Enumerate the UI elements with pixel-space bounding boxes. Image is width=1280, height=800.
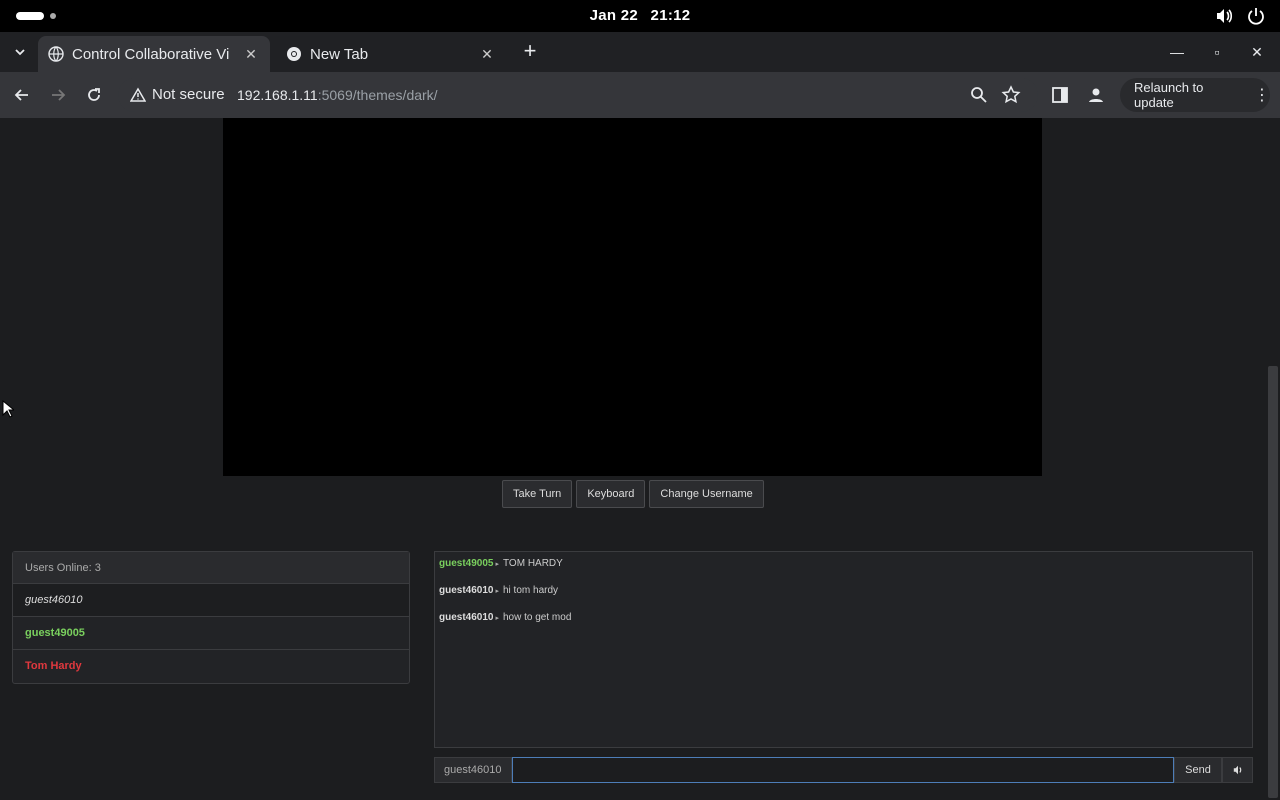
chat-message: guest49005 ▸ TOM HARDY	[439, 558, 1248, 585]
close-tab-icon[interactable]: ✕	[242, 46, 260, 63]
arrow-left-icon	[14, 89, 28, 101]
reload-button[interactable]	[82, 83, 106, 107]
clock-date: Jan 22	[589, 7, 639, 24]
tab-control-collaborative[interactable]: Control Collaborative Vi ✕	[38, 36, 270, 72]
security-indicator[interactable]: Not secure	[130, 86, 225, 103]
chat-username: guest49005	[439, 558, 494, 569]
kebab-menu-icon[interactable]: ⋮	[1254, 85, 1270, 105]
star-icon[interactable]	[1001, 85, 1021, 105]
chat-text: TOM HARDY	[503, 558, 563, 569]
url-host: 192.168.1.11	[237, 87, 318, 103]
chat-input[interactable]	[512, 757, 1174, 783]
browser-tab-strip: Control Collaborative Vi ✕ New Tab ✕ + —…	[0, 32, 1280, 72]
keyboard-button[interactable]: Keyboard	[576, 480, 646, 508]
volume-icon	[1233, 765, 1241, 775]
profile-icon[interactable]	[1086, 85, 1106, 105]
minimize-icon[interactable]: —	[1165, 40, 1189, 64]
page-scrollbar[interactable]	[1266, 118, 1280, 800]
chat-arrow-icon: ▸	[495, 588, 499, 595]
clock-time: 21:12	[650, 7, 691, 24]
globe-icon	[48, 46, 64, 62]
address-bar[interactable]: Not secure 192.168.1.11:5069/themes/dark…	[118, 78, 1038, 112]
url-text: 192.168.1.11:5069/themes/dark/	[237, 87, 438, 103]
url-path: :5069/themes/dark/	[317, 87, 438, 103]
close-window-icon[interactable]: ✕	[1245, 40, 1269, 64]
mouse-cursor-icon	[2, 400, 14, 418]
close-tab-icon[interactable]: ✕	[478, 46, 496, 63]
tab-new-tab[interactable]: New Tab ✕	[276, 36, 506, 72]
chat-username: guest46010	[439, 585, 494, 596]
chrome-icon	[287, 47, 301, 61]
new-tab-button[interactable]: +	[518, 40, 542, 64]
vm-display[interactable]	[223, 118, 1042, 476]
system-clock[interactable]: Jan 22 21:12	[0, 7, 1280, 24]
tab-title: New Tab	[310, 45, 369, 63]
volume-button[interactable]	[1222, 757, 1253, 783]
back-button[interactable]	[10, 83, 34, 107]
chat-message: guest46010 ▸ how to get mod	[439, 612, 1248, 639]
tab-title: Control Collaborative Vi	[72, 45, 230, 63]
chat-arrow-icon: ▸	[495, 561, 499, 568]
power-icon[interactable]	[1246, 6, 1266, 26]
chat-arrow-icon: ▸	[495, 615, 499, 622]
user-item[interactable]: guest49005	[13, 617, 409, 650]
chat-log: guest49005 ▸ TOM HARDY guest46010 ▸ hi t…	[434, 551, 1253, 748]
chevron-down-icon	[15, 49, 25, 56]
volume-icon[interactable]	[1214, 6, 1234, 26]
system-tray[interactable]	[1214, 6, 1266, 26]
users-online-header: Users Online: 3	[13, 552, 409, 584]
security-label: Not secure	[152, 86, 225, 103]
chat-input-bar: guest46010 Send	[434, 757, 1253, 783]
chat-username: guest46010	[439, 612, 494, 623]
chat-text: hi tom hardy	[503, 585, 559, 596]
system-top-bar: Jan 22 21:12	[0, 0, 1280, 32]
chat-text: how to get mod	[503, 612, 572, 623]
relaunch-label: Relaunch to update	[1134, 80, 1204, 110]
maximize-icon[interactable]: ▫	[1205, 40, 1229, 64]
browser-toolbar: Not secure 192.168.1.11:5069/themes/dark…	[0, 72, 1280, 118]
chat-username-label: guest46010	[434, 757, 512, 783]
warning-icon	[130, 87, 146, 102]
user-item-self[interactable]: guest46010	[13, 584, 409, 617]
reload-icon	[88, 88, 100, 101]
send-button[interactable]: Send	[1174, 757, 1222, 783]
scrollbar-thumb[interactable]	[1268, 366, 1278, 798]
forward-button[interactable]	[46, 83, 70, 107]
tab-search-button[interactable]	[8, 40, 32, 64]
relaunch-button[interactable]: Relaunch to update ⋮	[1120, 78, 1270, 112]
change-username-button[interactable]: Change Username	[649, 480, 764, 508]
page-content: Take Turn Keyboard Change Username Users…	[0, 118, 1266, 800]
side-panel-icon[interactable]	[1050, 85, 1070, 105]
zoom-icon[interactable]	[969, 85, 989, 105]
arrow-right-icon	[52, 89, 66, 101]
vm-controls: Take Turn Keyboard Change Username	[502, 480, 764, 508]
chat-message: guest46010 ▸ hi tom hardy	[439, 585, 1248, 612]
users-online-panel: Users Online: 3 guest46010 guest49005 To…	[12, 551, 410, 684]
user-item[interactable]: Tom Hardy	[13, 650, 409, 683]
take-turn-button[interactable]: Take Turn	[502, 480, 573, 508]
